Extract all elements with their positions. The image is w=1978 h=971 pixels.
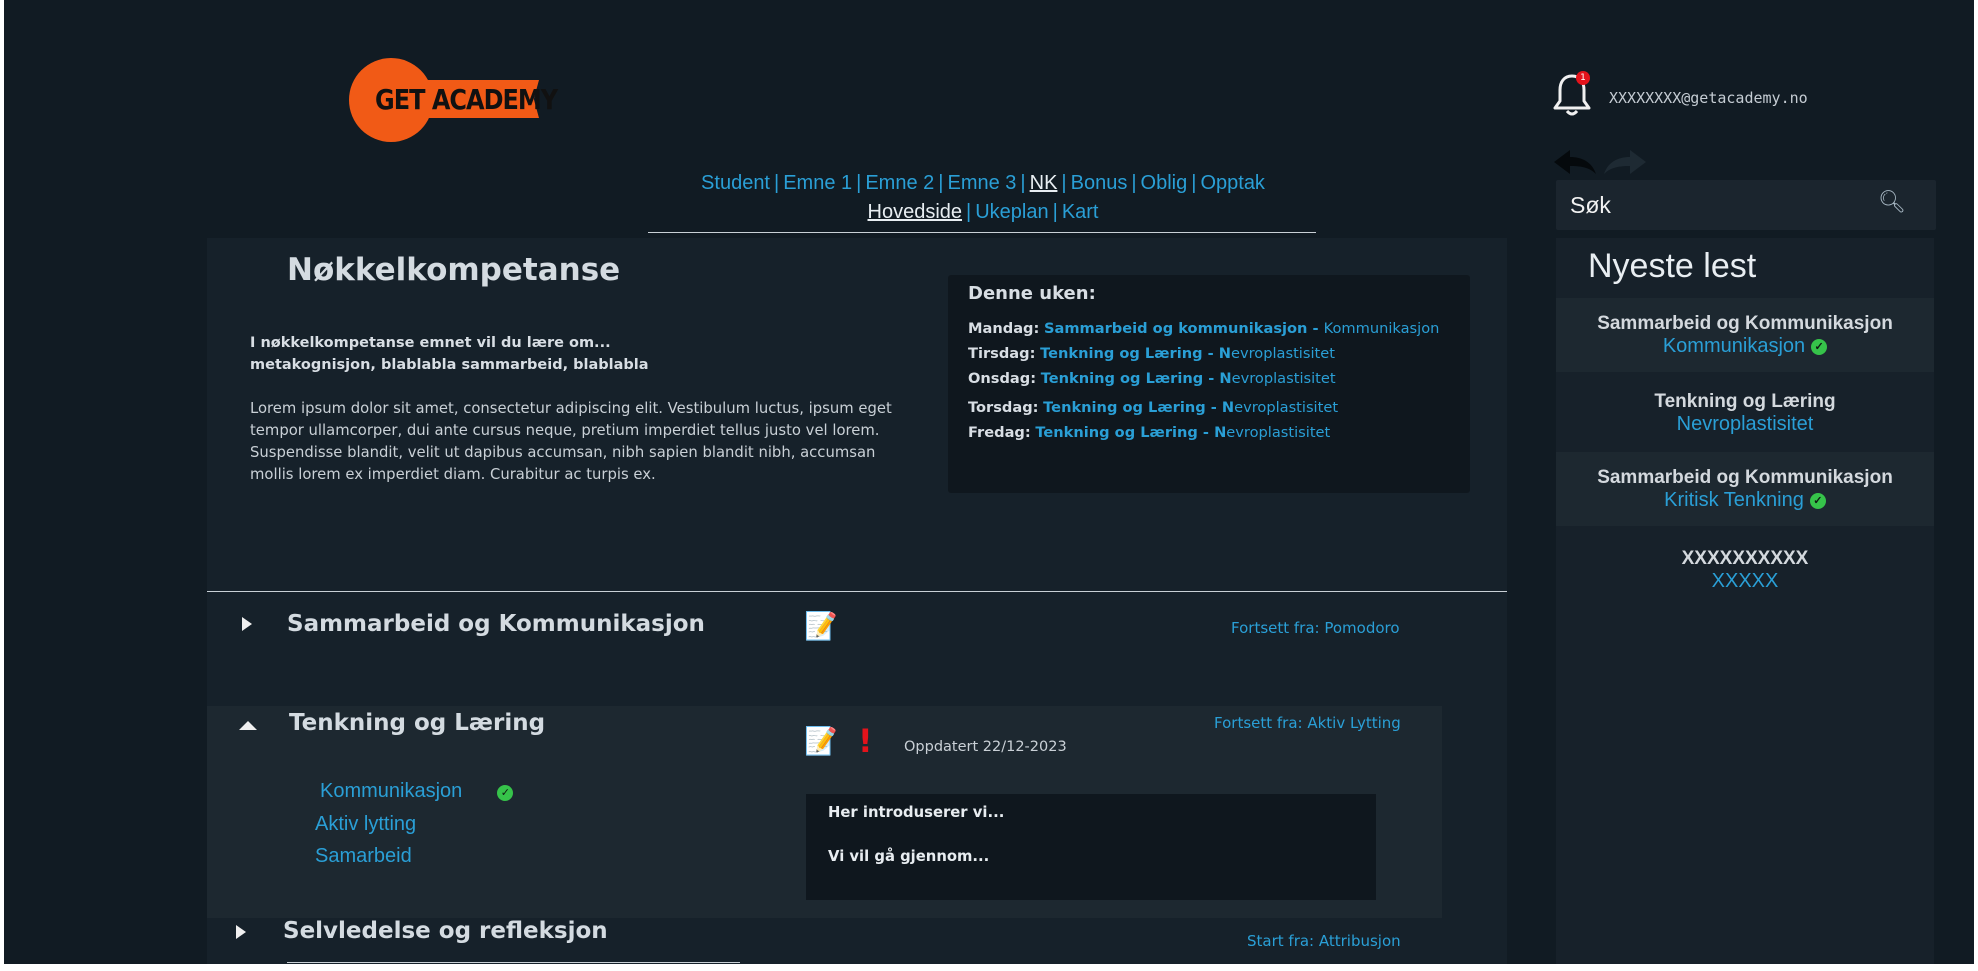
collapse-triangle-icon[interactable] (239, 721, 257, 730)
primary-nav: Student | Emne 1 | Emne 2 | Emne 3 | NK | Bonus | Ob… (701, 172, 1265, 194)
bell-icon[interactable]: 1 (1552, 70, 1592, 118)
section-underline (287, 962, 740, 963)
nav-emne-2[interactable]: Emne 2 (865, 172, 934, 194)
subitem-link[interactable]: Samarbeid (315, 845, 412, 868)
recent-item-title: XXXXXXXXXX (1681, 548, 1809, 569)
updated-date: Oppdatert 22/12-2023 (904, 739, 1067, 755)
search-icon[interactable]: 🔍︎ (1878, 190, 1906, 215)
continue-link[interactable]: Start fra: Attribusjon (1247, 932, 1401, 950)
expand-triangle-icon[interactable] (236, 925, 246, 939)
recent-item-subtitle: XXXXX (1711, 570, 1779, 592)
week-plan-box: Denne uken: Mandag: Sammarbeid og kommun… (948, 275, 1470, 493)
recent-item[interactable]: XXXXXXXXXX XXXXX (1556, 530, 1934, 604)
back-arrow-icon[interactable] (1554, 150, 1596, 174)
continue-link[interactable]: Fortsett fra: Pomodoro (1231, 619, 1400, 637)
section-title[interactable]: Sammarbeid og Kommunikasjon (287, 611, 705, 637)
week-plan-row[interactable]: Torsdag: Tenkning og Læring - Nevroplast… (968, 399, 1338, 416)
user-email[interactable]: XXXXXXXX@getacademy.no (1609, 89, 1808, 107)
subitem-link[interactable]: Kommunikasjon (320, 780, 462, 802)
memo-icon[interactable]: 📝 (804, 610, 838, 644)
recent-item[interactable]: Tenkning og Læring Nevroplastisitet (1556, 376, 1934, 450)
nav-emne-3[interactable]: Emne 3 (947, 172, 1016, 194)
week-plan-row[interactable]: Mandag: Sammarbeid og kommunikasjon - Ko… (968, 320, 1439, 337)
exclamation-icon: ! (858, 722, 873, 760)
check-circle-icon: ✓ (1809, 492, 1826, 509)
check-circle-icon: ✓ (1811, 338, 1828, 355)
intro-line-2: metakognisjon, blablabla sammarbeid, bla… (250, 357, 649, 373)
section-intro-box: Her introduserer vi... Vi vil gå gjennom… (806, 794, 1376, 900)
recent-item-subtitle: Nevroplastisitet (1676, 413, 1814, 435)
forward-arrow-icon[interactable] (1604, 150, 1646, 174)
continue-link[interactable]: Fortsett fra: Aktiv Lytting (1214, 714, 1401, 732)
section-intro-line-2: Vi vil gå gjennom... (828, 848, 990, 865)
recent-item-title: Tenkning og Læring (1654, 391, 1836, 412)
description-text: Lorem ipsum dolor sit amet, consectetur … (250, 400, 892, 483)
section-divider (207, 591, 1507, 592)
section-title[interactable]: Selvledelse og refleksjon (283, 918, 608, 944)
nav-ukeplan[interactable]: Ukeplan (975, 201, 1048, 223)
expand-triangle-icon[interactable] (242, 617, 252, 631)
week-plan-title: Denne uken: (968, 283, 1096, 304)
get-academy-logo[interactable]: GET ACADEMY (349, 56, 558, 144)
page-title: Nøkkelkompetanse (287, 252, 621, 288)
search-box[interactable]: Søk 🔍︎ (1556, 180, 1936, 230)
nav-opptak[interactable]: Opptak (1200, 172, 1264, 194)
subitem-row[interactable]: Kommunikasjon ✓ (320, 780, 514, 803)
intro-text: I nøkkelkompetanse emnet vil du lære om.… (250, 332, 649, 376)
check-circle-icon: ✓ (497, 784, 514, 801)
notification-badge: 1 (1576, 71, 1590, 85)
recent-item-subtitle: Kommunikasjon (1662, 335, 1806, 357)
app-window: GET ACADEMY Student | Emne 1 | Emne 2 | Emne 3… (4, 0, 1974, 964)
recent-item[interactable]: Sammarbeid og Kommunikasjon Kommunikasjo… (1556, 298, 1934, 372)
nav-emne-1[interactable]: Emne 1 (783, 172, 852, 194)
nav-bonus[interactable]: Bonus (1071, 172, 1128, 194)
nav-nk[interactable]: NK (1030, 172, 1058, 194)
week-plan-row[interactable]: Tirsdag: Tenkning og Læring - Nevroplast… (968, 345, 1335, 362)
recent-title: Nyeste lest (1588, 247, 1757, 285)
recent-item-subtitle: Kritisk Tenkning (1664, 489, 1804, 511)
week-plan-row[interactable]: Onsdag: Tenkning og Læring - Nevroplasti… (968, 370, 1336, 387)
recent-item-title: Sammarbeid og Kommunikasjon (1597, 313, 1893, 334)
recent-item-title: Sammarbeid og Kommunikasjon (1597, 467, 1893, 488)
search-label: Søk (1570, 192, 1611, 218)
nav-hovedside[interactable]: Hovedside (868, 201, 963, 223)
history-arrows (1552, 146, 1652, 180)
nav-oblig[interactable]: Oblig (1141, 172, 1188, 194)
week-plan-row[interactable]: Fredag: Tenkning og Læring - Nevroplasti… (968, 424, 1330, 441)
secondary-nav: Hovedside | Ukeplan | Kart (867, 201, 1099, 223)
nav-kart[interactable]: Kart (1062, 201, 1099, 223)
memo-icon[interactable]: 📝 (804, 725, 838, 759)
recent-item[interactable]: Sammarbeid og Kommunikasjon Kritisk Tenk… (1556, 452, 1934, 526)
section-intro-line-1: Her introduserer vi... (828, 804, 1005, 821)
section-title[interactable]: Tenkning og Læring (289, 710, 545, 736)
nav-student[interactable]: Student (701, 172, 770, 194)
subitem-link[interactable]: Aktiv lytting (315, 813, 416, 836)
intro-line-1: I nøkkelkompetanse emnet vil du lære om.… (250, 335, 611, 351)
nav-divider (648, 232, 1316, 233)
logo-text: GET ACADEMY (375, 83, 558, 117)
